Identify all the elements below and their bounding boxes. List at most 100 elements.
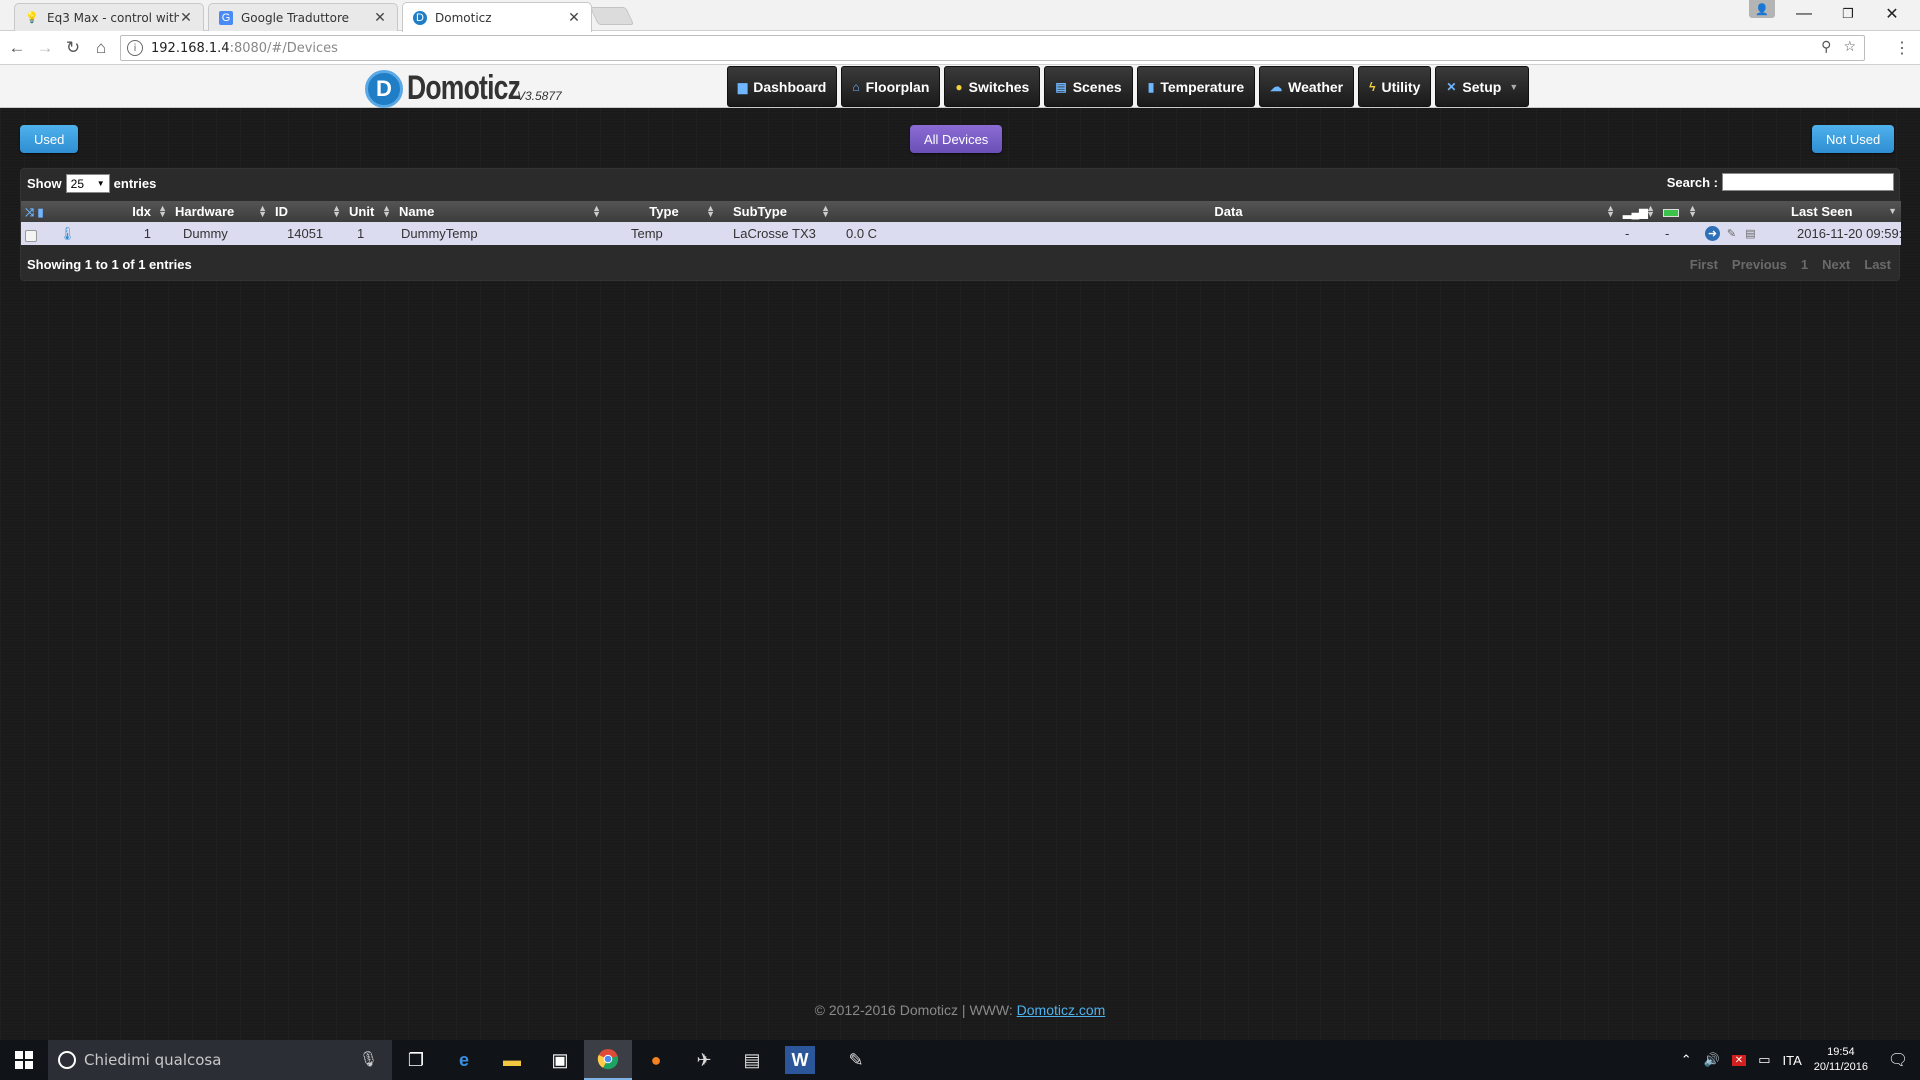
col-hardware[interactable]: Hardware ▲ ▼ [171,201,271,222]
col-name[interactable]: Name ▲ ▼ [395,201,605,222]
new-tab-button[interactable] [589,7,635,25]
page-size-control: Show 25 ▼ entries [27,174,156,193]
nav-weather[interactable]: ☁ Weather [1259,66,1355,107]
pin-icon[interactable]: ⚲ [1821,39,1831,55]
windows-taskbar: Chiedimi qualcosa 🎙 ❐ e ▬ ▣ ● ✈ ▤ W ✎ ⌃ … [0,1040,1920,1080]
browser-menu-icon[interactable]: ⋮ [1894,38,1910,58]
start-button[interactable] [0,1040,48,1080]
browser-tab-translate[interactable]: G Google Traduttore ✕ [208,3,398,31]
app-icon[interactable]: ✈ [680,1040,728,1080]
clock-date: 20/11/2016 [1813,1061,1868,1073]
rename-pencil-icon[interactable]: ✎ [1724,226,1739,241]
action-center-icon[interactable]: 🗨 [1876,1040,1920,1080]
microphone-icon[interactable]: 🎙 [359,1050,378,1068]
nav-scenes[interactable]: ▤ Scenes [1044,66,1133,107]
all-devices-filter-button[interactable]: All Devices [910,125,1003,153]
antivirus-icon[interactable]: ✕ [1731,1054,1747,1066]
col-label: Name [399,204,435,219]
chevron-up-icon[interactable]: ⌃ [1681,1052,1692,1068]
used-filter-button[interactable]: Used [20,125,79,153]
store-icon[interactable]: ▣ [536,1040,584,1080]
page-size-select[interactable]: 25 ▼ [65,174,110,193]
not-used-filter-button[interactable]: Not Used [1812,125,1895,153]
browser-tab-domoticz[interactable]: D Domoticz ✕ [402,2,592,32]
nav-switches[interactable]: ● Switches [944,66,1041,107]
footer-link[interactable]: Domoticz.com [1017,1002,1106,1018]
file-explorer-icon[interactable]: ▬ [488,1040,536,1080]
col-data[interactable]: Data ▲ ▼ [834,201,1619,222]
nav-temperature[interactable]: ▮ Temperature [1136,66,1256,107]
col-idx[interactable]: Idx ▲ ▼ [111,201,171,222]
domoticz-logo[interactable]: D Domoticz V3.5877 [365,69,562,108]
col-battery[interactable]: ▲ ▼ [1659,201,1701,222]
close-tab-icon[interactable]: ✕ [373,9,387,26]
thermometer-icon: 🌡 [59,225,76,241]
table-row[interactable]: 🌡 1 Dummy 14051 1 DummyTemp Temp LaCross… [21,222,1901,245]
chrome-icon[interactable] [584,1040,632,1080]
close-tab-icon[interactable]: ✕ [567,9,581,26]
pager-previous[interactable]: Previous [1732,257,1787,272]
nav-setup[interactable]: ✕ Setup ▼ [1435,66,1530,107]
page-footer: © 2012-2016 Domoticz | WWW: Domoticz.com [0,1002,1920,1018]
battery-tray-icon[interactable]: ▭ [1758,1052,1770,1068]
edge-icon[interactable]: e [440,1040,488,1080]
paint-icon[interactable]: ✎ [832,1040,880,1080]
clock-time: 19:54 [1827,1046,1855,1058]
shuffle-icon[interactable]: ⤨ [25,207,34,219]
col-label: Idx [132,204,151,219]
col-last-seen[interactable]: Last Seen ▼ [1781,201,1901,222]
cortana-search-box[interactable]: Chiedimi qualcosa 🎙 [48,1040,392,1080]
add-device-icon[interactable]: ➜ [1705,226,1720,241]
log-icon[interactable]: ▤ [1743,226,1758,241]
address-bar: ← → ↻ ⌂ i 192.168.1.4 :8080/#/Devices ⚲ … [0,31,1920,65]
nav-floorplan[interactable]: ⌂ Floorplan [841,66,941,107]
nav-utility[interactable]: ϟ Utility [1358,66,1432,107]
word-icon[interactable]: W [785,1046,815,1074]
volume-icon[interactable]: 🔊 [1704,1052,1720,1068]
url-field[interactable]: i 192.168.1.4 :8080/#/Devices ⚲ ☆ [120,35,1865,61]
entries-label: entries [113,176,157,191]
home-icon[interactable]: ⌂ [89,36,113,60]
pager-first[interactable]: First [1690,257,1718,272]
col-signal[interactable]: ▂▄▆ ▲ ▼ [1619,201,1659,222]
info-icon[interactable]: i [127,40,143,56]
language-indicator[interactable]: ITA [1782,1053,1801,1068]
minimize-icon[interactable]: — [1782,0,1826,28]
forward-icon[interactable]: → [33,36,57,60]
table-footer: Showing 1 to 1 of 1 entries First Previo… [21,253,1899,277]
bookmark-star-icon[interactable]: ☆ [1843,39,1856,55]
search-input[interactable] [1722,173,1894,191]
col-id[interactable]: ID ▲ ▼ [271,201,345,222]
pager-next[interactable]: Next [1822,257,1850,272]
col-type[interactable]: Type ▲ ▼ [605,201,719,222]
restore-icon[interactable]: ❐ [1826,0,1870,28]
row-checkbox[interactable] [25,229,37,242]
pager-page-1[interactable]: 1 [1801,257,1808,272]
header-spacer [55,201,111,222]
cell-idx: 1 [111,222,171,245]
pager-last[interactable]: Last [1864,257,1891,272]
terminal-icon[interactable]: ▤ [728,1040,776,1080]
browser-tab-eq3[interactable]: 💡 Eq3 Max - control with p ✕ [14,3,204,31]
devices-table-panel: Show 25 ▼ entries Search : ⤨ ▮ Idx ▲ ▼ H… [20,168,1901,281]
browser-tab-bar: 💡 Eq3 Max - control with p ✕ G Google Tr… [0,0,1920,32]
close-window-icon[interactable]: ✕ [1870,0,1914,28]
show-label: Show [27,176,62,191]
col-unit[interactable]: Unit ▲ ▼ [345,201,395,222]
nav-dashboard[interactable]: ▆ Dashboard [727,66,838,107]
profile-icon[interactable]: 👤 [1749,0,1775,18]
reload-icon[interactable]: ↻ [61,36,85,60]
task-view-icon[interactable]: ❐ [392,1040,440,1080]
back-icon[interactable]: ← [5,36,29,60]
url-path: :8080/#/Devices [229,40,338,56]
close-tab-icon[interactable]: ✕ [179,9,193,26]
col-subtype[interactable]: SubType ▲ ▼ [719,201,834,222]
bulb-icon: ● [955,79,963,94]
dashboard-icon: ▆ [738,79,748,94]
clock[interactable]: 19:54 20/11/2016 [1814,1045,1868,1075]
nav-label: Setup [1462,78,1502,95]
firefox-icon[interactable]: ● [632,1040,680,1080]
col-label: Type [649,204,679,219]
sort-icon: ▲ ▼ [592,203,601,219]
cell-hardware: Dummy [171,222,271,245]
